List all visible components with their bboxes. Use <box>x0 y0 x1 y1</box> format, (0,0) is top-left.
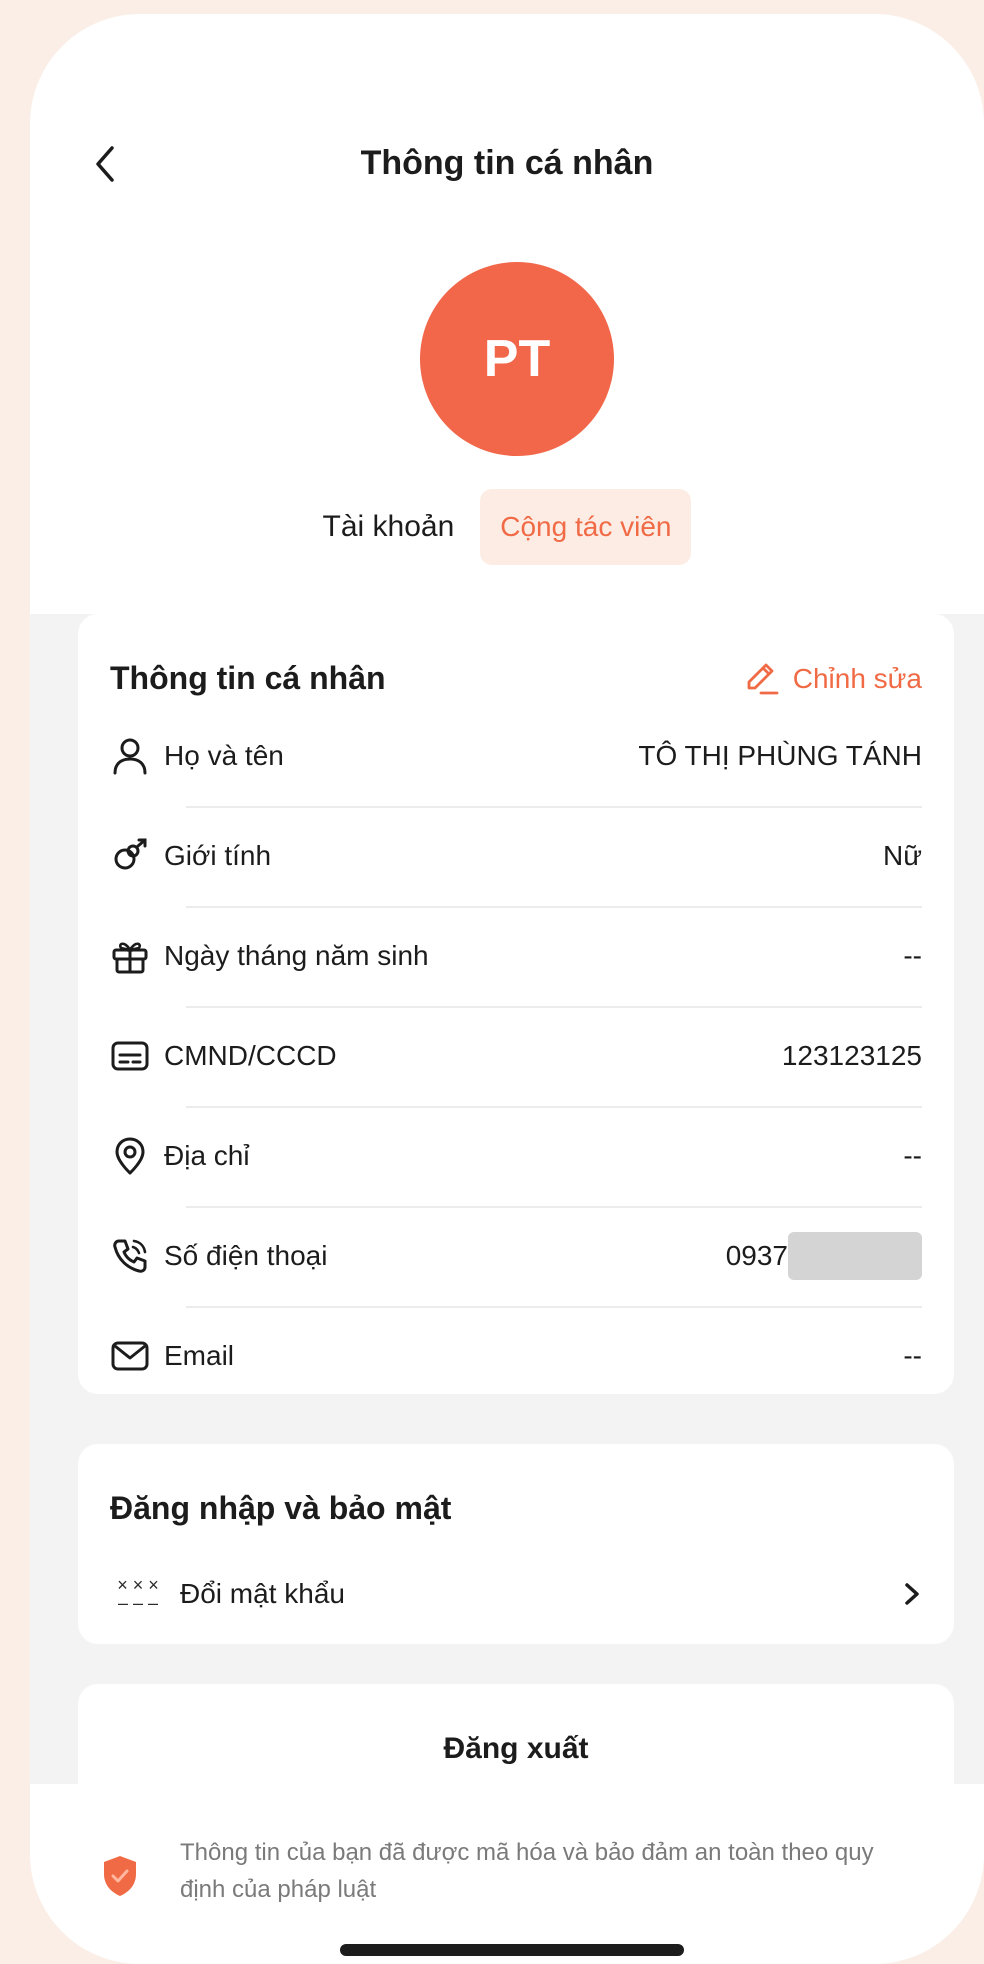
avatar-initials: PT <box>483 330 551 388</box>
security-card: Đăng nhập và bảo mật × × × ‒ ‒ ‒ Đổi mật … <box>78 1444 954 1644</box>
avatar: PT <box>420 262 614 456</box>
info-label: Họ và tên <box>164 740 284 771</box>
account-type-row: Tài khoản Cộng tác viên <box>30 489 984 565</box>
info-row-id: CMND/CCCD 123123125 <box>110 1006 922 1106</box>
page-title: Thông tin cá nhân <box>360 144 654 182</box>
info-row-phone: Số điện thoại 0937 <box>110 1206 922 1306</box>
personal-info-card: Thông tin cá nhân Chỉnh sửa Họ và tên TÔ… <box>78 614 954 1394</box>
personal-info-title: Thông tin cá nhân <box>110 660 386 696</box>
change-password-row[interactable]: × × × ‒ ‒ ‒ Đổi mật khẩu <box>110 1564 922 1624</box>
home-indicator <box>340 1944 684 1956</box>
info-value: TÔ THỊ PHÙNG TÁNH <box>638 740 922 771</box>
info-label: Số điện thoại <box>164 1240 328 1271</box>
phone-screen: Thông tin cá nhân PT Tài khoản Cộng tác … <box>30 14 984 1964</box>
info-row-email: Email -- <box>110 1306 922 1406</box>
gender-icon <box>110 836 150 876</box>
password-mask-icon: × × × ‒ ‒ ‒ <box>117 1575 159 1613</box>
security-footer: Thông tin của bạn đã được mã hóa và bảo … <box>30 1784 984 1964</box>
info-value: -- <box>903 1140 922 1171</box>
info-label: Địa chỉ <box>164 1140 250 1171</box>
edit-label: Chỉnh sửa <box>792 662 922 694</box>
info-row-name: Họ và tên TÔ THỊ PHÙNG TÁNH <box>110 706 922 806</box>
account-type-badge: Cộng tác viên <box>480 489 692 565</box>
pencil-icon <box>747 663 779 694</box>
info-value: 123123125 <box>781 1040 922 1071</box>
info-row-address: Địa chỉ -- <box>110 1106 922 1206</box>
masked-region <box>788 1232 922 1280</box>
chevron-right-icon <box>905 1583 919 1605</box>
security-title: Đăng nhập và bảo mật <box>110 1490 452 1526</box>
info-label: CMND/CCCD <box>164 1040 337 1071</box>
user-icon <box>110 736 150 776</box>
info-value: -- <box>903 1340 922 1371</box>
profile-header: Thông tin cá nhân PT Tài khoản Cộng tác … <box>30 14 984 614</box>
info-value: Nữ <box>883 840 922 871</box>
info-value: 0937 <box>725 1240 788 1271</box>
location-icon <box>110 1136 150 1176</box>
shield-icon <box>104 1856 136 1896</box>
gift-icon <box>110 936 150 976</box>
phone-value: 0937 <box>726 1232 922 1280</box>
edit-button[interactable]: Chỉnh sửa <box>743 662 922 696</box>
info-label: Ngày tháng năm sinh <box>164 940 429 971</box>
info-value: -- <box>903 940 922 971</box>
personal-info-header: Thông tin cá nhân Chỉnh sửa <box>110 660 922 697</box>
logout-label: Đăng xuất <box>443 1732 589 1765</box>
mail-icon <box>110 1336 150 1376</box>
info-row-gender: Giới tính Nữ <box>110 806 922 906</box>
change-password-label: Đổi mật khẩu <box>180 1578 345 1609</box>
id-card-icon <box>110 1036 150 1076</box>
info-label: Email <box>164 1340 235 1371</box>
phone-icon <box>110 1236 150 1276</box>
info-label: Giới tính <box>164 840 272 871</box>
info-row-birthday: Ngày tháng năm sinh -- <box>110 906 922 1006</box>
account-label: Tài khoản <box>322 510 455 543</box>
